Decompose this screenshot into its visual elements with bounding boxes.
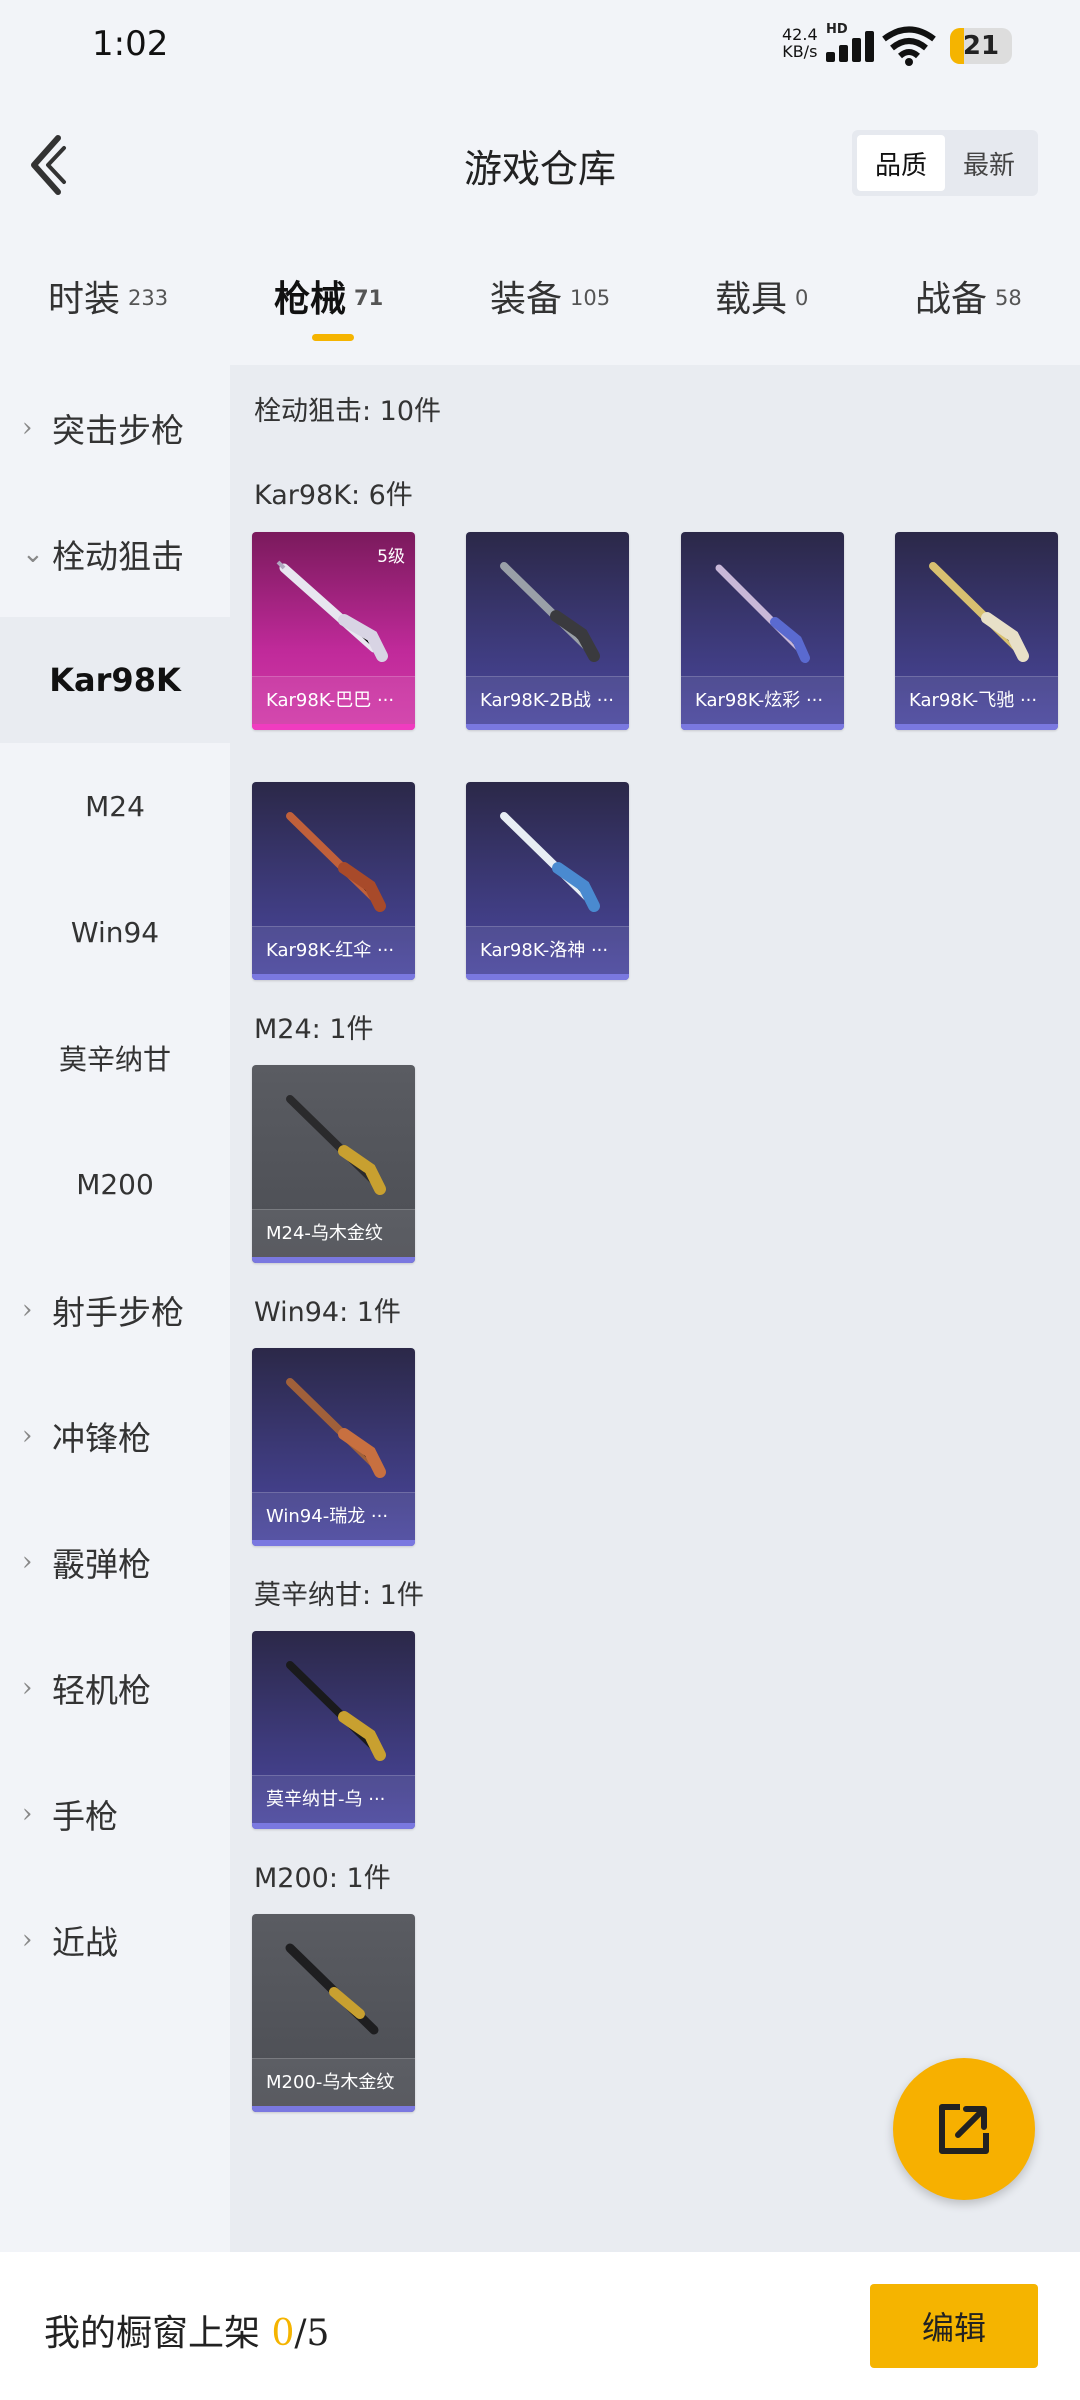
sidebar-item-m200[interactable]: M200 bbox=[0, 1121, 230, 1247]
item-card[interactable]: Kar98K-红伞 ··· bbox=[252, 782, 415, 980]
sidebar-item-win94[interactable]: Win94 bbox=[0, 869, 230, 995]
tab-fashion[interactable]: 时装 233 bbox=[48, 270, 168, 322]
item-grid: 栓动狙击: 10件 Kar98K: 6件 5级 Kar98K-巴巴 ··· Ka… bbox=[230, 365, 1080, 2252]
item-label: Kar98K-红伞 ··· bbox=[252, 926, 415, 974]
item-card[interactable]: Win94-瑞龙 ··· bbox=[252, 1348, 415, 1546]
item-card[interactable]: 5级 Kar98K-巴巴 ··· bbox=[252, 532, 415, 730]
sort-toggle: 品质 最新 bbox=[852, 130, 1038, 196]
item-label: Kar98K-炫彩 ··· bbox=[681, 676, 844, 724]
section-heading: Win94: 1件 bbox=[254, 1297, 401, 1328]
sidebar-item-pistol[interactable]: › 手枪 bbox=[0, 1751, 230, 1877]
section-heading: M200: 1件 bbox=[254, 1863, 391, 1894]
item-card[interactable]: M200-乌木金纹 bbox=[252, 1914, 415, 2112]
item-label: Kar98K-洛神 ··· bbox=[466, 926, 629, 974]
net-speed: 42.4 KB/s bbox=[782, 25, 818, 61]
sort-quality-button[interactable]: 品质 bbox=[857, 135, 945, 191]
share-icon bbox=[939, 2104, 989, 2154]
sidebar: › 突击步枪 ⌄ 栓动狙击 Kar98K M24 Win94 莫辛纳甘 M200 ›… bbox=[0, 365, 230, 2252]
sidebar-item-dmr[interactable]: › 射手步枪 bbox=[0, 1247, 230, 1373]
rifle-image bbox=[286, 1378, 386, 1478]
sidebar-item-kar98k[interactable]: Kar98K bbox=[0, 617, 230, 743]
chevron-right-icon: › bbox=[22, 1547, 33, 1577]
header: 游戏仓库 品质 最新 bbox=[0, 100, 1080, 230]
rifle-image bbox=[286, 1095, 386, 1195]
item-label: M24-乌木金纹 bbox=[252, 1209, 415, 1257]
chevron-right-icon: › bbox=[22, 413, 33, 443]
rifle-image bbox=[929, 562, 1029, 662]
edit-button[interactable]: 编辑 bbox=[870, 2284, 1038, 2368]
item-card[interactable]: Kar98K-飞驰 ··· bbox=[895, 532, 1058, 730]
sidebar-item-lmg[interactable]: › 轻机枪 bbox=[0, 1625, 230, 1751]
chevron-right-icon: › bbox=[22, 1673, 33, 1703]
item-card[interactable]: Kar98K-炫彩 ··· bbox=[681, 532, 844, 730]
rifle-image bbox=[286, 1661, 386, 1761]
rifle-image bbox=[715, 564, 810, 663]
item-card[interactable]: M24-乌木金纹 bbox=[252, 1065, 415, 1263]
tab-active-indicator bbox=[312, 334, 354, 341]
category-tabs: 时装 233 枪械 71 装备 105 载具 0 战备 58 bbox=[0, 240, 1080, 350]
showcase-count: 0 bbox=[271, 2313, 295, 2354]
category-summary: 栓动狙击: 10件 bbox=[254, 396, 442, 427]
sidebar-item-assault-rifle[interactable]: › 突击步枪 bbox=[0, 365, 230, 491]
item-label: Kar98K-飞驰 ··· bbox=[895, 676, 1058, 724]
item-card[interactable]: 莫辛纳甘-乌 ··· bbox=[252, 1631, 415, 1829]
rifle-image bbox=[500, 812, 600, 912]
chevron-right-icon: › bbox=[22, 1799, 33, 1829]
battery-icon: 21 bbox=[950, 28, 1012, 64]
sidebar-item-melee[interactable]: › 近战 bbox=[0, 1877, 230, 2003]
showcase-total: /5 bbox=[294, 2313, 330, 2354]
section-heading: Kar98K: 6件 bbox=[254, 480, 413, 511]
sidebar-item-smg[interactable]: › 冲锋枪 bbox=[0, 1373, 230, 1499]
item-label: 莫辛纳甘-乌 ··· bbox=[252, 1775, 415, 1823]
sidebar-item-bolt-sniper[interactable]: ⌄ 栓动狙击 bbox=[0, 491, 230, 617]
tab-vehicles[interactable]: 载具 0 bbox=[715, 270, 808, 322]
sort-newest-button[interactable]: 最新 bbox=[945, 135, 1033, 191]
chevron-right-icon: › bbox=[22, 1421, 33, 1451]
showcase-status: 我的橱窗上架 0/5 bbox=[44, 2313, 330, 2354]
tab-equipment[interactable]: 装备 105 bbox=[490, 270, 610, 322]
chevron-down-icon: ⌄ bbox=[22, 539, 44, 569]
tab-firearms[interactable]: 枪械 71 bbox=[274, 270, 383, 341]
sidebar-item-mosin[interactable]: 莫辛纳甘 bbox=[0, 995, 230, 1121]
item-card[interactable]: Kar98K-洛神 ··· bbox=[466, 782, 629, 980]
item-label: Kar98K-巴巴 ··· bbox=[252, 676, 415, 724]
signal-icon: HD bbox=[826, 22, 876, 62]
item-label: Kar98K-2B战 ··· bbox=[466, 676, 629, 724]
status-bar: 1:02 42.4 KB/s HD 21 bbox=[0, 0, 1080, 92]
rifle-image bbox=[286, 812, 386, 912]
chevron-right-icon: › bbox=[22, 1925, 33, 1955]
rifle-image bbox=[500, 562, 600, 662]
rifle-image bbox=[285, 1943, 379, 2035]
wifi-icon bbox=[882, 26, 936, 66]
chevron-right-icon: › bbox=[22, 1295, 33, 1325]
sidebar-item-m24[interactable]: M24 bbox=[0, 743, 230, 869]
item-label: M200-乌木金纹 bbox=[252, 2058, 415, 2106]
item-label: Win94-瑞龙 ··· bbox=[252, 1492, 415, 1540]
status-time: 1:02 bbox=[92, 24, 169, 64]
item-card[interactable]: Kar98K-2B战 ··· bbox=[466, 532, 629, 730]
level-badge: 5级 bbox=[377, 547, 405, 567]
section-heading: M24: 1件 bbox=[254, 1014, 374, 1045]
showcase-footer: 我的橱窗上架 0/5 编辑 bbox=[0, 2252, 1080, 2400]
section-heading: 莫辛纳甘: 1件 bbox=[254, 1580, 424, 1611]
sidebar-item-shotgun[interactable]: › 霰弹枪 bbox=[0, 1499, 230, 1625]
tab-battle-gear[interactable]: 战备 58 bbox=[915, 270, 1022, 322]
share-button[interactable] bbox=[893, 2058, 1035, 2200]
